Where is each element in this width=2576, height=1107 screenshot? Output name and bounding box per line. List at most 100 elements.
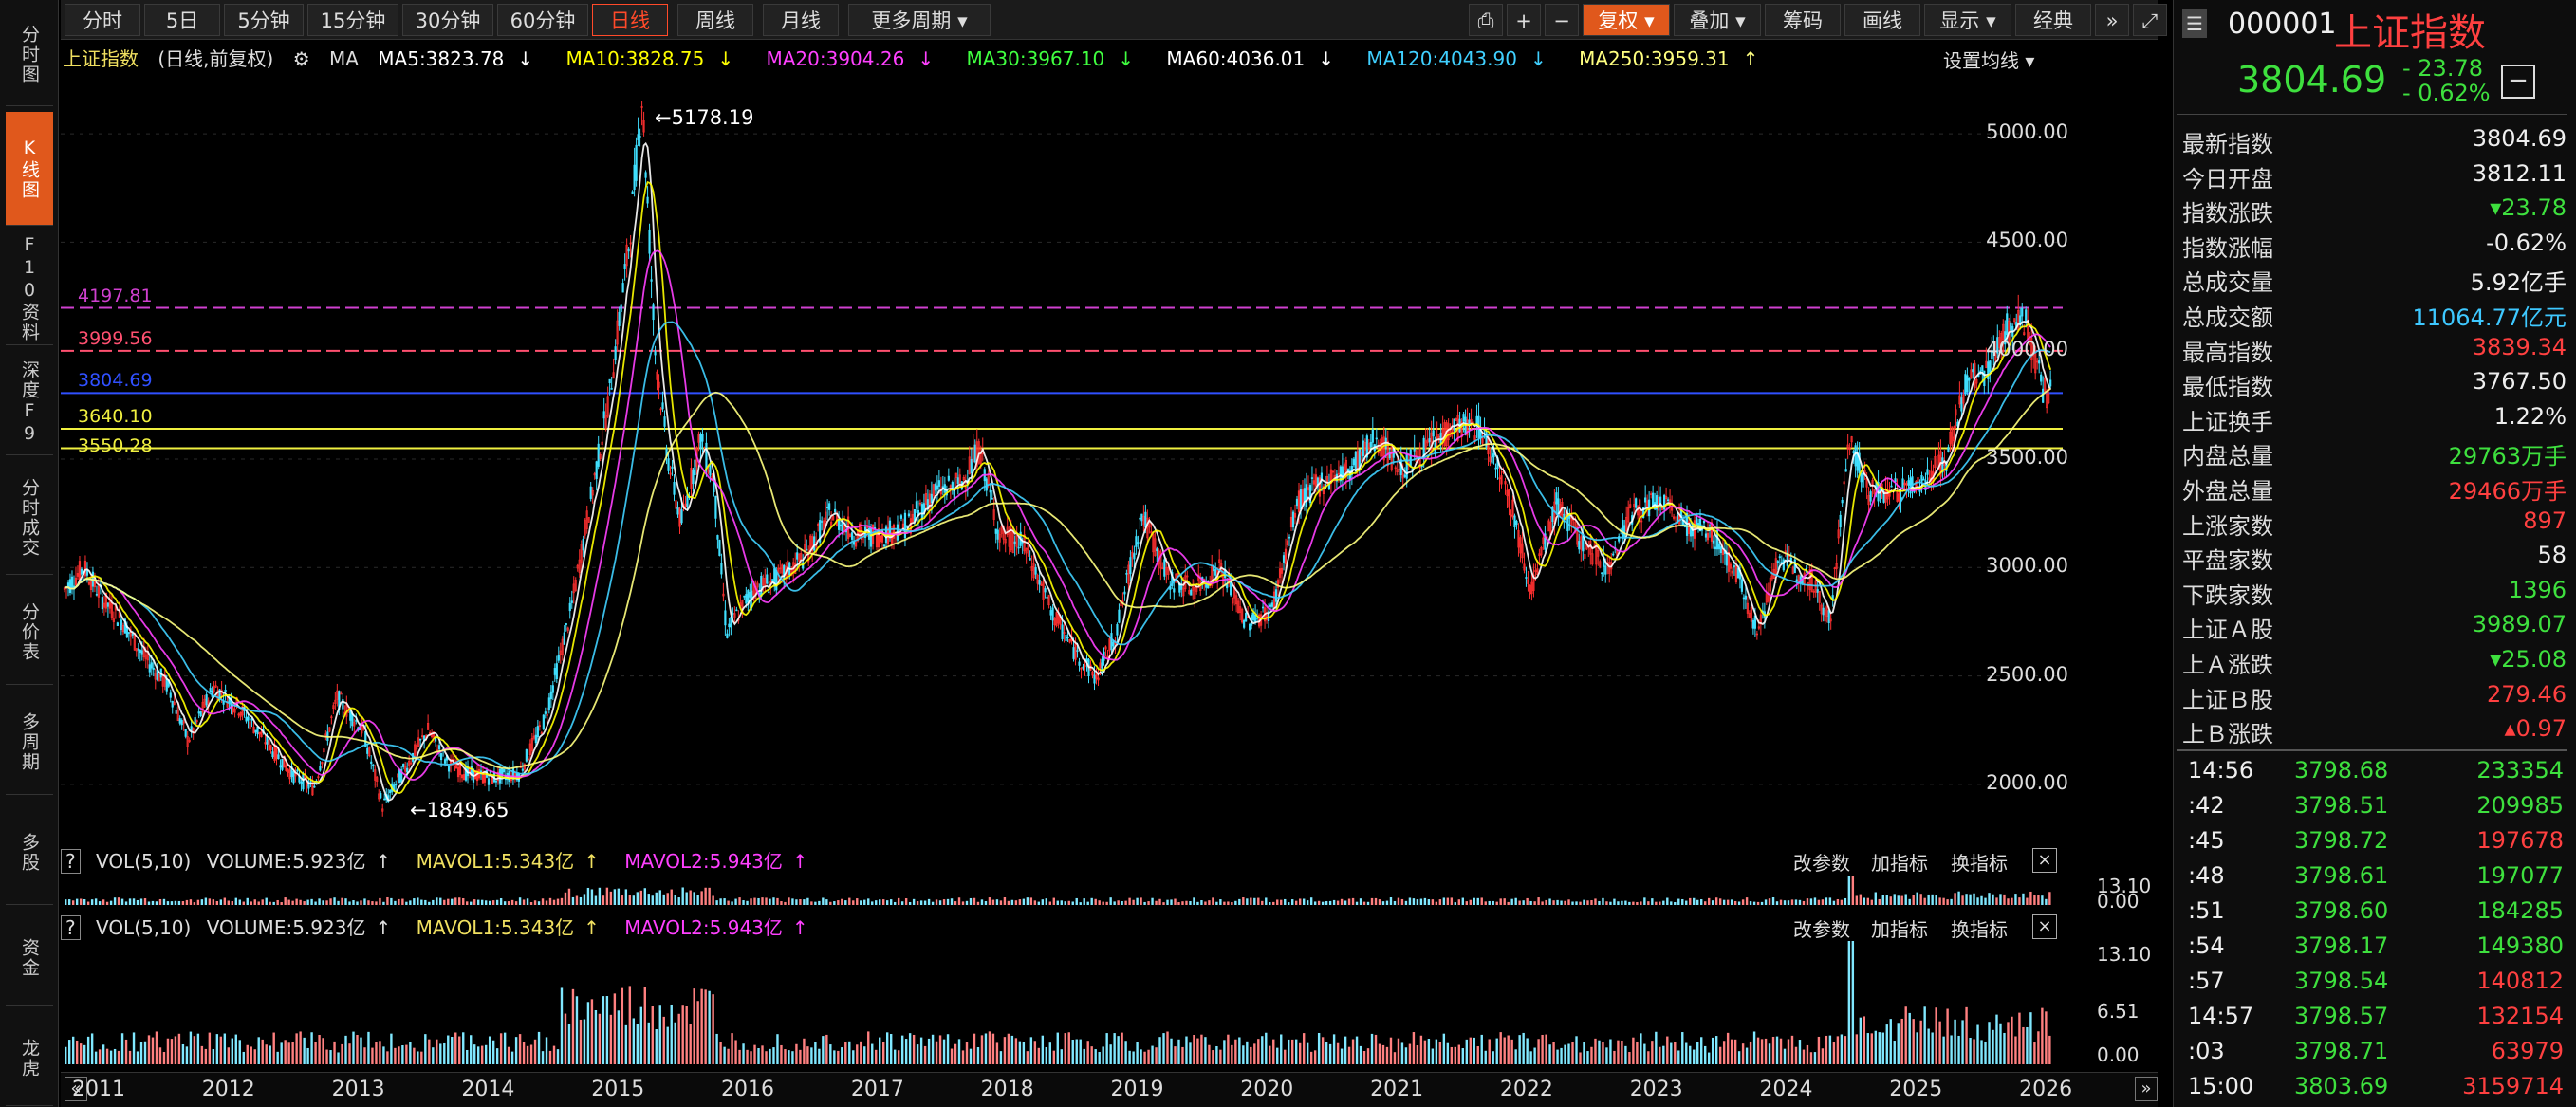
volume-bar [904,1039,908,1064]
volume-bar [287,1042,290,1064]
volume-bar [1257,1039,1260,1064]
volume-bar [1984,897,1987,905]
menu-icon[interactable]: ☰ [2182,9,2207,38]
candle-body [589,486,592,499]
tab-daily[interactable]: 日线 [592,4,668,36]
nav-dragon-tiger[interactable]: 龙虎 [6,1011,53,1106]
volume-bar [1840,899,1844,905]
candle-body [1163,559,1166,577]
volume-bar [1912,1019,1915,1064]
forward-icon[interactable]: » [2095,4,2129,36]
add-indicator-button[interactable]: 加指标 [1871,848,1928,876]
volume-bar [1128,897,1131,905]
candle-body [1249,623,1251,631]
lock-icon[interactable]: ⎙ [1469,4,1503,36]
candle-body [95,594,99,596]
nav-f10[interactable]: F10资料 [6,231,53,345]
switch-indicator-button[interactable]: 换指标 [1951,914,2008,942]
volume-bar [1537,1039,1540,1064]
tab-more-periods[interactable]: 更多周期 ▾ [848,4,991,36]
volume-bar [2048,1035,2051,1064]
volume-bar [995,899,999,905]
nav-kline[interactable]: K线图 [6,112,53,226]
scroll-right-icon[interactable]: » [2135,1077,2158,1101]
volume-bar [991,1033,995,1064]
volume-bar [609,891,613,905]
tab-5day[interactable]: 5日 [144,4,220,36]
volume-bar [306,1047,309,1064]
candle-body [1733,565,1736,568]
candle-body [1034,566,1037,575]
nav-multi-period[interactable]: 多周期 [6,691,53,795]
help-icon[interactable]: ? [61,915,81,940]
collapse-icon[interactable]: − [2501,65,2535,99]
adjust-button[interactable]: 复权 ▾ [1583,4,1670,36]
volume-bar [1124,900,1127,905]
volume-bar [1246,1041,1249,1064]
volume-bar [295,1033,298,1064]
classic-button[interactable]: 经典 [2015,4,2091,36]
tab-monthly[interactable]: 月线 [763,4,839,36]
volume-bar [1802,900,1806,905]
fullscreen-icon[interactable]: ⤢ [2133,4,2167,36]
volume-bar [484,1044,488,1064]
candle-body [1049,610,1052,616]
volume-bar [1714,897,1718,905]
nav-price-table[interactable]: 分价表 [6,581,53,685]
overlay-button[interactable]: 叠加 ▾ [1674,4,1761,36]
close-icon[interactable]: × [2032,914,2057,939]
tab-30min[interactable]: 30分钟 [402,4,493,36]
volume-bar [1602,897,1604,905]
price-chart[interactable] [61,80,2158,839]
volume-bar [908,1033,912,1064]
quote-stat-value: 3767.50 [2472,368,2567,396]
volume-bar [1821,899,1825,905]
chips-button[interactable]: 筹码 [1765,4,1841,36]
tab-15min[interactable]: 15分钟 [307,4,398,36]
candle-body [1140,513,1143,522]
candle-body [1116,624,1119,636]
volume-bar [476,1046,480,1064]
edit-params-button[interactable]: 改参数 [1793,914,1850,942]
volume-bar [1098,900,1101,905]
draw-button[interactable]: 画线 [1844,4,1920,36]
trade-price: 3803.69 [2294,1073,2389,1099]
zoom-in-icon[interactable]: + [1507,4,1541,36]
volume-bar [394,900,397,905]
volume-bar [583,1019,586,1064]
price-axis-tick: 4500.00 [1986,229,2068,252]
volume-bar [177,1033,181,1064]
volume-bar [1503,1037,1506,1064]
help-icon[interactable]: ? [61,849,81,874]
close-icon[interactable]: × [2032,848,2057,873]
volume-bar [1889,896,1892,905]
tab-5min[interactable]: 5分钟 [224,4,304,36]
settings-gear-icon[interactable]: ⚙ [293,47,310,70]
zoom-out-icon[interactable]: − [1545,4,1579,36]
volume-bar [90,1033,94,1064]
nav-time-share[interactable]: 分时图 [6,4,53,106]
switch-indicator-button[interactable]: 换指标 [1951,848,2008,876]
quote-stat-value: 279.46 [2487,680,2567,708]
add-indicator-button[interactable]: 加指标 [1871,914,1928,942]
nav-multi-stock[interactable]: 多股 [6,801,53,905]
candle-body [1291,511,1295,528]
nav-trades[interactable]: 分时成交 [6,461,53,575]
volume-bar [1813,1052,1817,1064]
volume-bar [1344,1036,1347,1064]
quote-stat-label: 平盘家数 [2182,547,2273,575]
nav-depth[interactable]: 深度F9 [6,351,53,455]
tab-weekly[interactable]: 周线 [677,4,753,36]
volume-bar [1450,897,1454,905]
volume-bar [462,897,465,905]
volume-bar [1018,1041,1022,1064]
volume-bar [1480,897,1483,905]
tab-time-share[interactable]: 分时 [65,4,140,36]
volume-bar [1151,1045,1154,1064]
candle-body [1778,556,1781,559]
tab-60min[interactable]: 60分钟 [497,4,588,36]
display-button[interactable]: 显示 ▾ [1924,4,2011,36]
edit-params-button[interactable]: 改参数 [1793,848,1850,876]
nav-funds[interactable]: 资金 [6,911,53,1006]
ma-settings[interactable]: 设置均线 ▾ [1943,46,2034,73]
